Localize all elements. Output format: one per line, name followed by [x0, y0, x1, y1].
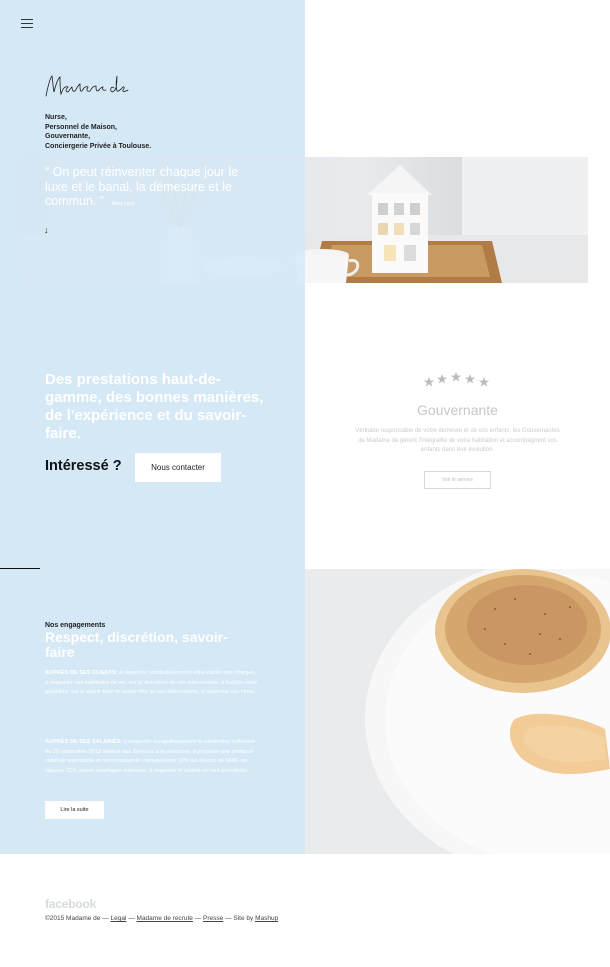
tagline-line: Gouvernante,: [45, 133, 91, 140]
tagline-line: Nurse,: [45, 114, 67, 121]
facebook-link[interactable]: facebook: [45, 897, 96, 911]
pancake-photo: [305, 569, 610, 854]
hamburger-icon[interactable]: [21, 19, 33, 28]
copyright-text: ©2015 Madame de —: [45, 915, 111, 922]
separator: — Site by: [223, 915, 256, 922]
read-more-button[interactable]: Lire la suite: [45, 801, 104, 819]
view-service-button[interactable]: Voir le service: [424, 471, 491, 489]
engagements-panel: Nos engagements Respect, discrétion, sav…: [0, 569, 305, 854]
tagline-line: Conciergerie Privée à Toulouse.: [45, 142, 152, 150]
separator: —: [192, 915, 204, 922]
quote-text: “ On peut réinventer chaque jour le luxe…: [45, 165, 239, 208]
service-title: Gouvernante: [417, 402, 498, 418]
interested-label: Intéressé ?: [45, 458, 122, 474]
separator: —: [126, 915, 137, 922]
prestations-heading: Des prestations haut-de-gamme, des bonne…: [45, 371, 264, 442]
recruit-link[interactable]: Madame de recrute: [137, 915, 193, 922]
quote-author: Mary Lacy: [111, 201, 135, 207]
contact-button[interactable]: Nous contacter: [135, 453, 221, 482]
scroll-down-arrow-icon[interactable]: ↓: [44, 225, 49, 235]
footer: facebook ©2015 Madame de — Legal — Madam…: [0, 854, 610, 967]
clients-lead: AUPRÈS DE SES CLIENTS:: [45, 670, 118, 676]
legal-link[interactable]: Legal: [111, 915, 127, 922]
agency-link[interactable]: Mashup: [255, 915, 278, 922]
hero-photo: “ On peut réinventer chaque jour le luxe…: [22, 157, 588, 283]
employees-lead: AUPRÈS DE SES SALARIÉS:: [45, 739, 123, 745]
engagements-heading: Respect, discrétion, savoir-faire: [45, 629, 228, 660]
service-description: Véritable responsable de votre demeure e…: [355, 428, 560, 453]
press-link[interactable]: Presse: [203, 915, 223, 922]
prestations-panel: Des prestations haut-de-gamme, des bonne…: [0, 283, 305, 569]
footer-links: ©2015 Madame de — Legal — Madame de recr…: [45, 915, 278, 922]
quote-overlay: “ On peut réinventer chaque jour le luxe…: [22, 157, 305, 283]
five-stars-icon: [423, 372, 490, 387]
service-panel: Gouvernante Véritable responsable de vot…: [305, 283, 610, 569]
madame-de-logo[interactable]: [44, 72, 129, 100]
pancake-plate-image: [305, 569, 610, 854]
clients-paragraph: AUPRÈS DE SES CLIENTS: à respecter scrup…: [45, 669, 260, 698]
employees-paragraph: AUPRÈS DE SES SALARIÉS: à respecter scru…: [45, 738, 260, 776]
tagline: Nurse, Personnel de Maison, Gouvernante,…: [45, 113, 151, 151]
engagements-kicker: Nos engagements: [45, 622, 106, 629]
tagline-line: Personnel de Maison,: [45, 123, 117, 131]
hero-quote: “ On peut réinventer chaque jour le luxe…: [45, 165, 245, 212]
